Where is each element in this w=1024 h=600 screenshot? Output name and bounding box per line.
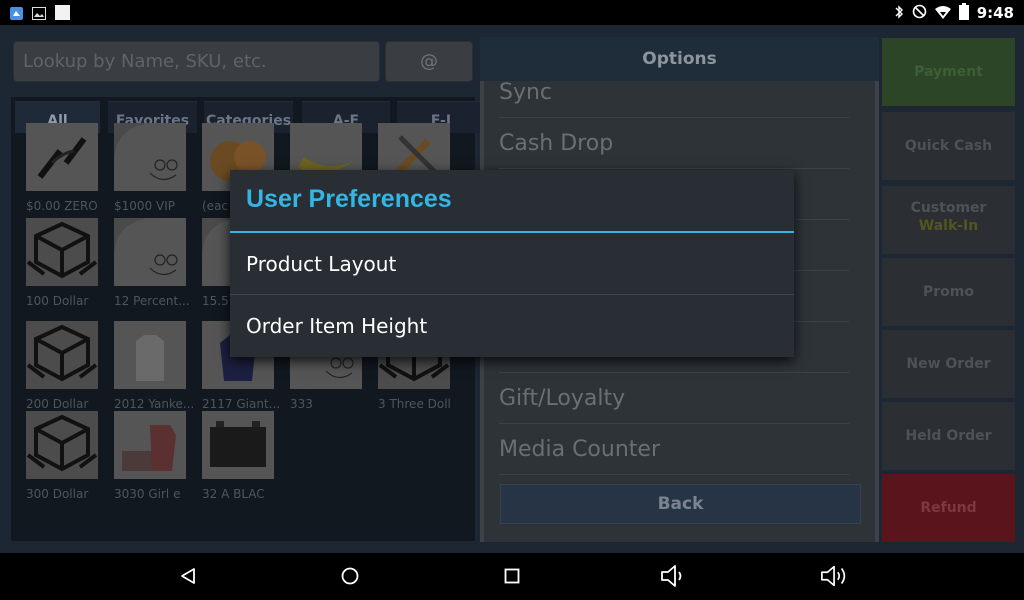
white-square-icon	[55, 5, 70, 24]
home-icon[interactable]	[335, 563, 365, 589]
volume-down-icon[interactable]	[659, 563, 689, 589]
user-preferences-dialog: User Preferences Product Layout Order It…	[230, 170, 794, 357]
product-layout-item[interactable]: Product Layout	[230, 233, 794, 295]
navigation-bar	[0, 553, 1024, 600]
back-icon[interactable]	[173, 563, 203, 589]
wifi-icon	[934, 4, 951, 23]
bluetooth-icon	[894, 4, 904, 23]
dialog-title: User Preferences	[246, 185, 452, 213]
order-item-height-item[interactable]: Order Item Height	[230, 295, 794, 357]
clock: 9:48	[976, 4, 1014, 22]
do-not-disturb-icon	[912, 4, 927, 23]
recents-icon[interactable]	[497, 563, 527, 589]
volume-up-icon[interactable]	[820, 563, 850, 589]
image-icon	[32, 5, 46, 24]
app-notification-icon	[10, 5, 23, 24]
battery-icon	[958, 2, 969, 24]
status-bar: 9:48	[0, 0, 1024, 25]
